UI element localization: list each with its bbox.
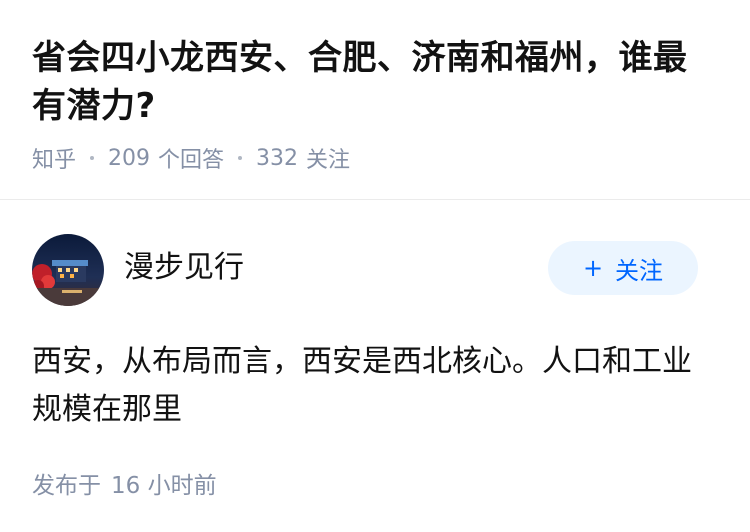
avatar[interactable]: [32, 234, 104, 306]
separator-dot: [238, 156, 243, 160]
question-title[interactable]: 省会四小龙西安、合肥、济南和福州，谁最有潜力?: [32, 34, 718, 130]
follow-count-label: 关注: [306, 148, 351, 173]
source-label[interactable]: 知乎: [32, 142, 76, 174]
publish-time: 16 小时前: [111, 473, 217, 499]
follow-button-label: 关注: [615, 256, 664, 285]
separator-dot: [90, 156, 95, 160]
question-header: 省会四小龙西安、合肥、济南和福州，谁最有潜力? 知乎 209 个回答 332 关…: [0, 0, 750, 174]
avatar-image-icon: [32, 234, 104, 306]
author-row: 漫步见行 + 关注: [32, 233, 698, 307]
answer-card: 漫步见行 + 关注: [32, 233, 698, 307]
question-meta: 知乎 209 个回答 332 关注: [32, 142, 718, 174]
answer-count: 209: [108, 145, 151, 171]
publish-label: 发布于: [32, 473, 101, 499]
plus-icon: +: [582, 254, 604, 282]
follow-button[interactable]: + 关注: [548, 241, 698, 295]
follow-count: 332: [256, 145, 299, 171]
answer-content[interactable]: 西安，从布局而言，西安是西北核心。人口和工业规模在那里: [32, 338, 710, 434]
answer-count-label[interactable]: 个回答: [158, 142, 224, 174]
author-name[interactable]: 漫步见行: [124, 242, 548, 286]
publish-info: 发布于 16 小时前: [32, 466, 217, 500]
section-divider: [0, 199, 750, 200]
